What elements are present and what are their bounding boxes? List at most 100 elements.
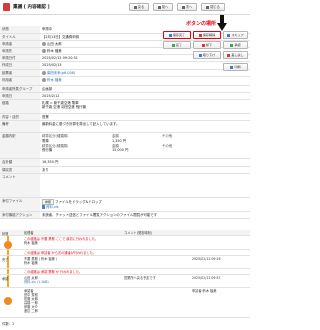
author-value: 柴田未来(p6-008) — [40, 69, 250, 77]
print-button[interactable]: 印刷 — [223, 63, 248, 71]
author-label: 起票者 — [0, 69, 40, 77]
comment-value[interactable] — [40, 173, 250, 198]
avatar — [42, 77, 46, 82]
reject-icon — [201, 43, 205, 47]
content-label: 内容・目的 — [0, 113, 40, 122]
save-cancel-button[interactable]: 保存解除 — [193, 31, 221, 39]
file-icon — [42, 204, 45, 209]
page-title: 稟議 [ 内容確認 ] — [13, 5, 50, 10]
detail-head-type: 精算区分(種類順) — [42, 143, 69, 148]
detail-cell: 1,350 円 — [112, 139, 127, 144]
send-back-button[interactable]: 差し戻し — [223, 51, 248, 59]
route-cell: この経路は 不要 業務 ここで 最初に行われました。 鈴木 福美 — [24, 237, 99, 246]
group-value: 企画部 — [40, 85, 250, 93]
route-time: 2025/02/12 09:16 — [192, 257, 221, 261]
record-count: 件数：2 — [2, 322, 15, 326]
detail-head-amount: 金額 — [112, 143, 119, 148]
skip-icon — [227, 33, 231, 37]
avatar — [42, 48, 46, 53]
comment-label: コメント — [0, 173, 40, 198]
detail-cell: 電車 — [42, 139, 49, 144]
close-button[interactable]: 閉じる — [201, 3, 225, 11]
next-icon — [181, 5, 185, 9]
route-cell: この経路は 承認 業務 か 行われました。 — [24, 270, 83, 274]
group-label: 申請者所属グループ — [0, 85, 40, 93]
approve-button[interactable]: 承認 — [223, 41, 248, 49]
route-cell: 山田 太郎 資料.xls (1.1KB) — [24, 276, 49, 285]
back-button[interactable]: 戻る — [129, 3, 149, 11]
detail-cell: 15,000 円 — [112, 148, 129, 153]
receipt-label: 領収書 — [0, 166, 40, 174]
withdraw-icon — [198, 53, 202, 57]
print-icon — [230, 65, 234, 69]
avatar — [42, 70, 46, 75]
route-row: 承認者 田中 秀樹 佐藤 太郎 高橋 一郎 伊藤 大介 渡辺 二郎 申請者:鈴木 … — [0, 288, 250, 318]
detail-grid: 精算区分(種類順) 金額 その他 電車 1,350 円 精算区分(種類順) 金額 その他 … — [42, 134, 248, 152]
note-value: 最新料金に基づき計算を算出して記入しています。 — [40, 120, 250, 134]
period-value: 2025/2/12 — [40, 92, 250, 101]
withdraw-button[interactable]: 取り下げ — [193, 51, 221, 59]
save-done-button[interactable]: 保存完了 — [163, 31, 191, 39]
route-cell: 承認者 田中 秀樹 佐藤 太郎 高橋 一郎 伊藤 大介 渡辺 二郎 — [24, 289, 38, 314]
receipt-value: あり — [40, 166, 250, 174]
user-link[interactable]: 鈴木 福美 — [47, 78, 62, 82]
applicant-label: 申請者 — [0, 40, 40, 48]
action-label: 添付機能アクション — [0, 211, 40, 219]
total-value: 16,350 円 — [40, 158, 250, 167]
attach-file-link[interactable]: 資料.xls — [46, 205, 59, 209]
prev-button[interactable]: 前へ — [153, 3, 173, 11]
route-header-processor: 処理者 — [24, 231, 34, 235]
title-label: タイトル — [0, 33, 40, 41]
user-label: 利用者 — [0, 76, 40, 86]
attach-value: 参照 ファイルをドラッグ&ドロップ 資料.xls — [40, 197, 250, 212]
detail-head-amount: 金額 — [112, 134, 119, 139]
route-value: 札幌 ⇔ 新千歳空港 電車 新千歳 空港 羽田空港 飛行機 — [40, 99, 250, 115]
content-value: 営業 — [40, 113, 250, 122]
detail-value: 精算区分(種類順) 金額 その他 電車 1,350 円 精算区分(種類順) 金額 その他 … — [40, 132, 250, 160]
close-icon — [206, 5, 210, 9]
next-button[interactable]: 次へ — [177, 3, 197, 11]
status-label: 状態 — [0, 26, 40, 34]
route-comment: 営業所へ戻る予定です — [124, 276, 156, 280]
route-label: 経路 — [0, 99, 40, 115]
detail-cell: 飛行機 — [42, 148, 53, 153]
route-row: この経路は 不要 業務 ここで 最初に行われました。 鈴木 福美 — [0, 236, 250, 250]
action-value: 未読者、チャット送信とファイル閲覧アクションのファイル閲覧が可能です — [40, 211, 250, 219]
detail-label: 金額内訳 — [0, 132, 40, 160]
prev-icon — [157, 5, 161, 9]
detail-cell — [162, 139, 202, 143]
author-link[interactable]: 柴田未来(p6-008) — [47, 71, 75, 75]
period-label: 申請日 — [0, 92, 40, 101]
route-cell: 不要 業務 ( 鈴木 福美 ) 鈴木 福美 — [24, 257, 58, 266]
send-back-icon — [227, 53, 231, 57]
route-cell: この経路は 申請者 から次の通達が行われました。 — [24, 251, 96, 255]
complete-button[interactable]: 完了 — [163, 41, 191, 49]
route-status: 承認 — [2, 277, 9, 281]
skip-button[interactable]: スキップ — [223, 31, 248, 39]
approver-label: 申請先 — [0, 47, 40, 56]
created-value: 2025/02/13 — [40, 61, 250, 70]
route-header-comment: コメント(発言時刻) — [124, 231, 152, 235]
total-label: 合計額 — [0, 158, 40, 167]
attach-hint: ファイルをドラッグ&ドロップ — [55, 199, 102, 204]
reject-button[interactable]: 却下 — [193, 41, 221, 49]
check-icon — [171, 43, 175, 47]
route-row: 完了 不要 業務 ( 鈴木 福美 ) 鈴木 福美 2025/02/12 09:16 — [0, 256, 250, 269]
detail-head-other: その他 — [162, 134, 173, 139]
cancel-icon — [198, 33, 202, 37]
detail-cell — [162, 148, 202, 152]
route-time: 2025/02/12 09:57 — [192, 276, 221, 280]
date-label: 申請日付 — [0, 54, 40, 63]
route-row: 承認 山田 太郎 資料.xls (1.1KB) 営業所へ戻る予定です 2025/0… — [0, 275, 250, 288]
save-icon — [168, 33, 172, 37]
user-value: 鈴木 福美 — [40, 76, 250, 86]
detail-head-other: その他 — [162, 143, 173, 148]
page-header: 稟議 [ 内容確認 ] 戻る 前へ 次へ 閉じる — [0, 0, 250, 15]
route-file-link[interactable]: 資料.xls (1.1KB) — [24, 280, 49, 284]
created-label: 作成日 — [0, 61, 40, 70]
route-time: 申請者:鈴木 福美 — [192, 289, 217, 293]
detail-head-type: 精算区分(種類順) — [42, 134, 69, 139]
attach-label: 添付ファイル — [0, 197, 40, 212]
approve-icon — [230, 43, 234, 47]
back-icon — [133, 5, 137, 9]
